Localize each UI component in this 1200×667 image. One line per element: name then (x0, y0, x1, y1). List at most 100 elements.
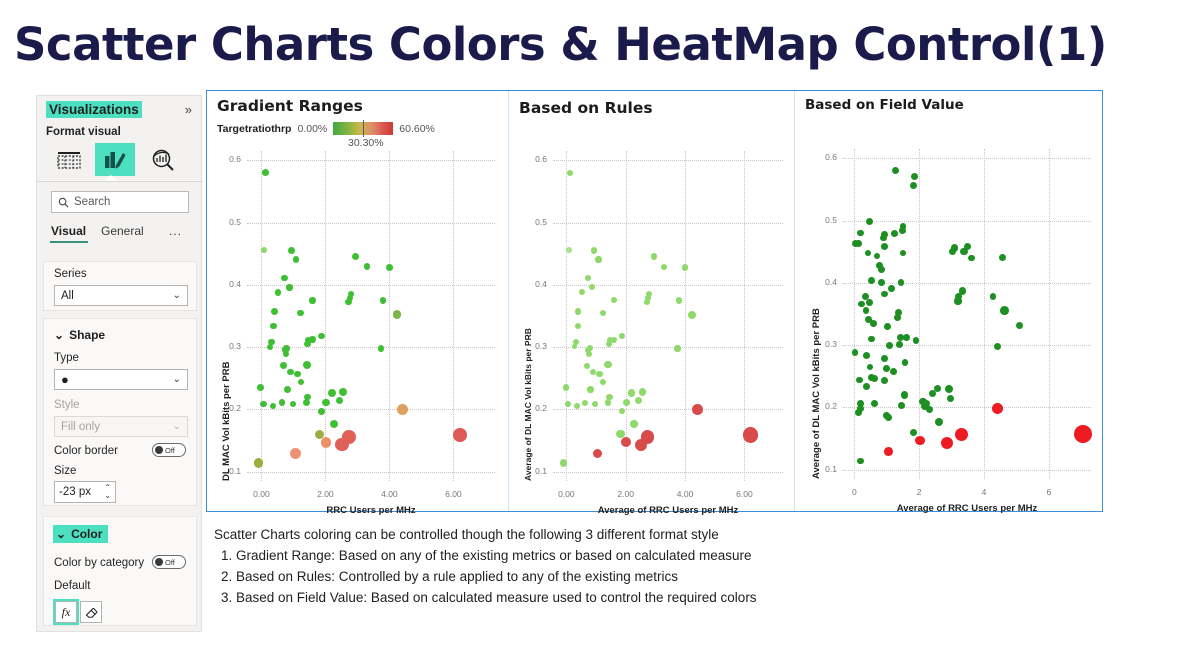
scatter-point[interactable] (871, 400, 878, 408)
scatter-point[interactable] (864, 249, 872, 257)
collapse-pane-icon[interactable]: » (185, 102, 192, 117)
analytics-magnifier-icon[interactable] (143, 143, 183, 176)
scatter-point[interactable] (392, 310, 402, 320)
scatter-point[interactable] (297, 378, 305, 386)
scatter-point[interactable] (1016, 322, 1024, 330)
scatter-point[interactable] (674, 345, 681, 352)
format-paintbrush-icon[interactable] (95, 143, 135, 176)
scatter-point[interactable] (873, 252, 881, 260)
scatter-point[interactable] (880, 377, 888, 385)
scatter-point[interactable] (280, 362, 288, 370)
scatter-point[interactable] (887, 285, 895, 292)
scatter-point[interactable] (320, 436, 332, 448)
scatter-point[interactable] (928, 390, 936, 398)
scatter-point[interactable] (891, 167, 899, 175)
scatter-point[interactable] (898, 402, 906, 409)
scatter-point[interactable] (851, 349, 859, 356)
shape-type-dropdown[interactable]: ● ⌄ (54, 369, 188, 390)
search-input[interactable]: Search (51, 191, 189, 213)
scatter-plot-area[interactable]: 0.1 0.2 0.3 0.4 0.5 0.6 0.00 2.00 4.00 6.00 Averag… (523, 151, 783, 516)
scatter-point[interactable] (293, 370, 301, 378)
scatter-point[interactable] (855, 408, 863, 416)
scatter-point[interactable] (282, 350, 289, 358)
scatter-point[interactable] (590, 247, 598, 254)
scatter-point[interactable] (322, 398, 330, 407)
scatter-point[interactable] (909, 428, 918, 437)
scatter-point[interactable] (989, 293, 997, 300)
scatter-point[interactable] (589, 368, 597, 376)
stepper-arrows-icon[interactable]: ⌃ ⌄ (104, 484, 111, 500)
scatter-point[interactable] (866, 363, 874, 371)
scatter-point[interactable] (595, 256, 602, 263)
scatter-point[interactable] (946, 395, 954, 403)
scatter-point[interactable] (278, 399, 286, 406)
scatter-point[interactable] (302, 360, 311, 369)
scatter-point[interactable] (881, 354, 889, 362)
scatter-point[interactable] (610, 297, 617, 304)
scatter-point[interactable] (935, 417, 944, 426)
scatter-point[interactable] (289, 400, 296, 407)
scatter-point[interactable] (881, 290, 889, 298)
scatter-point[interactable] (453, 428, 467, 442)
scatter-point[interactable] (253, 458, 263, 468)
scatter-point[interactable] (379, 297, 387, 304)
scatter-point[interactable] (297, 309, 304, 317)
scatter-point[interactable] (302, 398, 310, 407)
fx-button[interactable]: fx (55, 601, 77, 623)
scatter-point[interactable] (902, 334, 910, 342)
scatter-point[interactable] (661, 263, 668, 270)
scatter-point[interactable] (856, 376, 863, 384)
scatter-point[interactable] (644, 299, 651, 306)
reset-color-button[interactable] (80, 601, 102, 623)
scatter-point[interactable] (575, 308, 582, 315)
scatter-point[interactable] (566, 169, 574, 176)
scatter-point[interactable] (585, 350, 592, 357)
chart-panel-gradient-ranges[interactable]: Gradient Ranges Targetratiothrp 0.00% 60… (207, 91, 507, 516)
scatter-point[interactable] (274, 289, 282, 296)
scatter-point[interactable] (630, 419, 638, 428)
scatter-point[interactable] (562, 384, 569, 391)
scatter-point[interactable] (877, 265, 885, 273)
scatter-point[interactable] (999, 305, 1009, 315)
scatter-point[interactable] (386, 264, 393, 271)
scatter-point[interactable] (304, 340, 311, 348)
scatter-point[interactable] (261, 247, 267, 253)
scatter-point[interactable] (578, 289, 585, 296)
scatter-point[interactable] (363, 263, 371, 271)
scatter-point[interactable] (898, 227, 906, 234)
shape-section-header[interactable]: ⌄ Shape (54, 328, 105, 342)
scatter-point[interactable] (954, 297, 962, 305)
scatter-point[interactable] (675, 297, 683, 304)
scatter-point[interactable] (571, 343, 578, 350)
tab-general[interactable]: General (101, 224, 144, 238)
scatter-point[interactable] (915, 435, 925, 446)
scatter-point[interactable] (998, 253, 1006, 261)
scatter-point[interactable] (309, 297, 316, 304)
scatter-point[interactable] (606, 341, 613, 348)
scatter-point[interactable] (622, 399, 630, 406)
scatter-point[interactable] (377, 344, 385, 352)
scatter-point[interactable] (880, 234, 887, 242)
scatter-point[interactable] (884, 323, 891, 330)
scatter-point[interactable] (267, 343, 274, 350)
chart-panel-based-on-field-value[interactable]: Based on Field Value 0.1 0.2 0.3 0.4 0.5 0.6 0… (794, 91, 1102, 514)
scatter-point[interactable] (900, 391, 908, 399)
scatter-point[interactable] (994, 342, 1002, 350)
scatter-point[interactable] (289, 447, 302, 460)
scatter-point[interactable] (692, 403, 703, 415)
scatter-point[interactable] (1073, 424, 1092, 443)
scatter-point[interactable] (583, 362, 591, 369)
scatter-point[interactable] (885, 342, 893, 350)
scatter-point[interactable] (565, 400, 572, 407)
scatter-point[interactable] (634, 438, 648, 452)
scatter-point[interactable] (899, 249, 907, 257)
scatter-point[interactable] (867, 335, 875, 343)
scatter-point[interactable] (885, 413, 893, 421)
scatter-point[interactable] (945, 385, 953, 394)
scatter-point[interactable] (871, 374, 878, 382)
scatter-point[interactable] (635, 397, 643, 405)
scatter-point[interactable] (855, 240, 863, 248)
series-dropdown[interactable]: All ⌄ (54, 285, 188, 306)
chart-panel-based-on-rules[interactable]: Based on Rules 0.1 0.2 0.3 0.4 0.5 0.6 0.00 2.0… (508, 91, 793, 516)
scatter-point[interactable] (896, 341, 904, 348)
